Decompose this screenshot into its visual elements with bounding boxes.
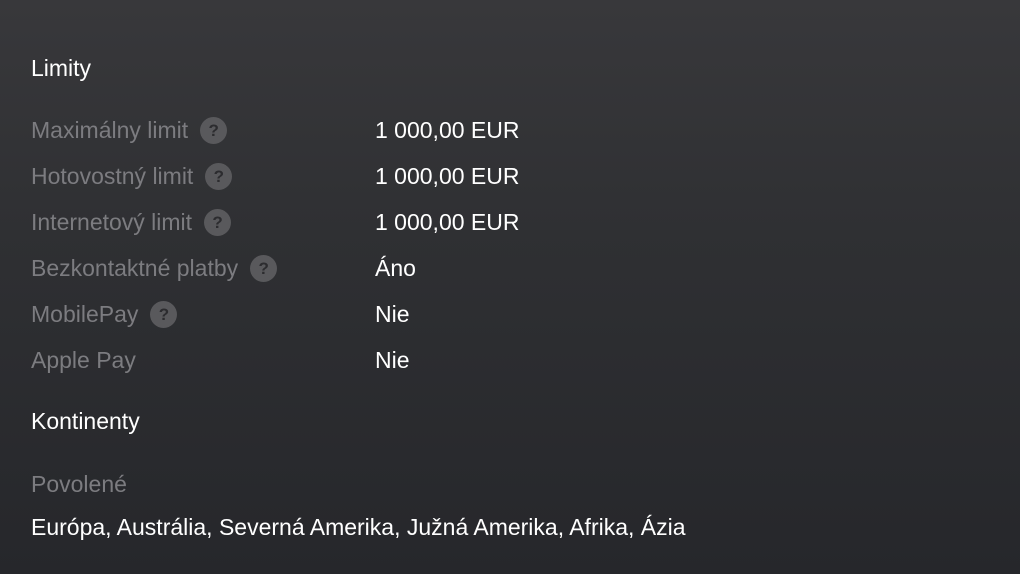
limit-label-cash: Hotovostný limit — [31, 163, 194, 189]
limit-row-cash: Hotovostný limit ? 1 000,00 EUR — [31, 161, 991, 191]
limits-section-title: Limity — [31, 55, 92, 81]
limit-value-mobilepay: Nie — [375, 301, 410, 327]
card-limits-panel: Limity Maximálny limit ? 1 000,00 EUR Ho… — [0, 0, 1020, 574]
maximum-limit-help-icon[interactable]: ? — [200, 116, 228, 144]
continents-allowed-value: Európa, Austrália, Severná Amerika, Južn… — [31, 514, 686, 540]
cash-limit-help-icon[interactable]: ? — [205, 162, 233, 190]
limit-row-applepay: Apple Pay Nie — [31, 345, 991, 375]
limit-row-contactless: Bezkontaktné platby ? Áno — [31, 253, 991, 283]
limit-value-cash: 1 000,00 EUR — [375, 163, 520, 189]
limit-value-contactless: Áno — [375, 255, 416, 281]
continents-allowed-label: Povolené — [31, 471, 127, 497]
limit-row-maximum: Maximálny limit ? 1 000,00 EUR — [31, 115, 991, 145]
limit-row-internet: Internetový limit ? 1 000,00 EUR — [31, 207, 991, 237]
mobilepay-help-icon[interactable]: ? — [150, 300, 178, 328]
continents-section-title: Kontinenty — [31, 408, 140, 434]
contactless-help-icon[interactable]: ? — [250, 254, 278, 282]
limit-value-internet: 1 000,00 EUR — [375, 209, 520, 235]
limit-label-maximum: Maximálny limit — [31, 117, 189, 143]
limit-value-applepay: Nie — [375, 347, 410, 373]
internet-limit-help-icon[interactable]: ? — [204, 208, 232, 236]
limit-label-contactless: Bezkontaktné platby — [31, 255, 239, 281]
limit-row-mobilepay: MobilePay ? Nie — [31, 299, 991, 329]
limit-label-mobilepay: MobilePay — [31, 301, 139, 327]
limit-value-maximum: 1 000,00 EUR — [375, 117, 520, 143]
limit-label-internet: Internetový limit — [31, 209, 193, 235]
limit-label-applepay: Apple Pay — [31, 347, 136, 373]
